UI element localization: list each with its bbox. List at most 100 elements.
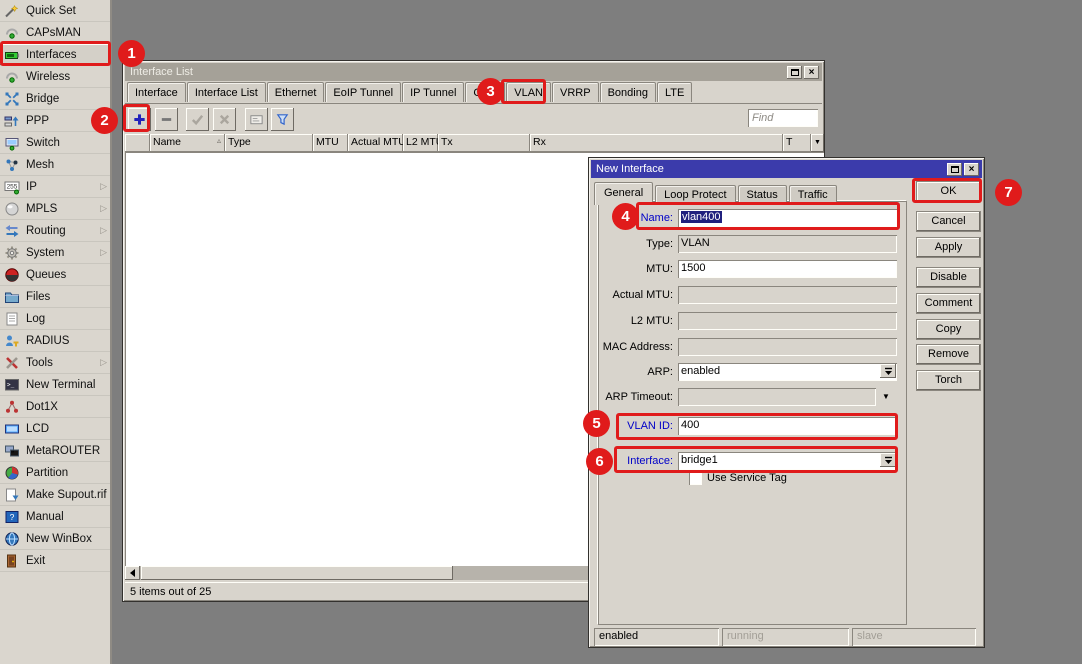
- sidebar-item-label: Exit: [26, 555, 45, 567]
- sidebar-item-partition[interactable]: Partition: [0, 462, 110, 484]
- scroll-left-icon[interactable]: [125, 566, 140, 580]
- mac-address-field[interactable]: [678, 338, 897, 356]
- field-label-mac-address: MAC Address:: [601, 338, 673, 356]
- use-service-tag-checkbox[interactable]: [689, 472, 702, 485]
- sidebar-item-label: New Terminal: [26, 379, 95, 391]
- dropdown-icon[interactable]: [880, 364, 896, 378]
- highlight-box-interface-field: [614, 446, 898, 473]
- comment-button[interactable]: [245, 108, 268, 131]
- tab-interface[interactable]: Interface: [127, 82, 186, 102]
- column-header-name[interactable]: Name▵: [150, 134, 225, 152]
- sidebar-item-queues[interactable]: Queues: [0, 264, 110, 286]
- sidebar-item-bridge[interactable]: Bridge: [0, 88, 110, 110]
- disable-button[interactable]: Disable: [916, 267, 981, 288]
- arp-field[interactable]: enabled: [678, 363, 897, 381]
- column-header-icon[interactable]: [125, 134, 150, 152]
- submenu-arrow-icon: ▷: [100, 203, 107, 214]
- column-select-icon[interactable]: ▼: [811, 134, 824, 152]
- column-header-tx[interactable]: Tx: [438, 134, 530, 152]
- sidebar-item-ip[interactable]: 255IP▷: [0, 176, 110, 198]
- close-icon[interactable]: ×: [804, 66, 819, 79]
- highlight-box-interfaces: [0, 41, 111, 66]
- comment-button[interactable]: Comment: [916, 293, 981, 314]
- tab-eoip-tunnel[interactable]: EoIP Tunnel: [325, 82, 401, 102]
- status-cell-running: running: [722, 628, 849, 646]
- sidebar-item-new-winbox[interactable]: New WinBox: [0, 528, 110, 550]
- dialog-titlebar[interactable]: New Interface ×: [591, 160, 982, 178]
- tab-lte[interactable]: LTE: [657, 82, 692, 102]
- sidebar-item-quick-set[interactable]: Quick Set: [0, 0, 110, 22]
- log-icon: [4, 311, 20, 327]
- form-row-type: Type:VLAN: [601, 235, 901, 253]
- column-header-type[interactable]: Type: [225, 134, 313, 152]
- arp-timeout-field[interactable]: [678, 388, 876, 406]
- torch-button[interactable]: Torch: [916, 370, 981, 391]
- column-label: Rx: [533, 136, 546, 152]
- tab-interface-list[interactable]: Interface List: [187, 82, 266, 102]
- sidebar-item-files[interactable]: Files: [0, 286, 110, 308]
- maximize-icon[interactable]: [787, 66, 802, 79]
- column-header-mtu[interactable]: MTU: [313, 134, 348, 152]
- form-row-mac-address: MAC Address:: [601, 338, 901, 356]
- sidebar-item-dot1x[interactable]: Dot1X: [0, 396, 110, 418]
- sidebar-item-label: RADIUS: [26, 335, 69, 347]
- tab-vrrp[interactable]: VRRP: [552, 82, 599, 102]
- supout-icon: [4, 487, 20, 503]
- manual-icon: ?: [4, 509, 20, 525]
- l2-mtu-field[interactable]: [678, 312, 897, 330]
- step-annotation-2: 2: [91, 107, 118, 134]
- sidebar-item-system[interactable]: System▷: [0, 242, 110, 264]
- sidebar-item-tools[interactable]: Tools▷: [0, 352, 110, 374]
- close-icon[interactable]: ×: [964, 163, 979, 176]
- radius-icon: [4, 333, 20, 349]
- column-header-l2-mtu[interactable]: L2 MTU: [403, 134, 438, 152]
- copy-button[interactable]: Copy: [916, 319, 981, 340]
- step-annotation-5: 5: [583, 410, 610, 437]
- find-input[interactable]: [748, 109, 818, 127]
- remove-button[interactable]: [155, 108, 178, 131]
- sidebar-item-label: Bridge: [26, 93, 59, 105]
- sidebar-item-mpls[interactable]: MPLS ▷: [0, 198, 110, 220]
- type-field[interactable]: VLAN: [678, 235, 897, 253]
- sidebar-item-label: LCD: [26, 423, 49, 435]
- tab-ethernet[interactable]: Ethernet: [267, 82, 325, 102]
- disable-button[interactable]: [213, 108, 236, 131]
- svg-text:?: ?: [10, 512, 15, 522]
- dropdown-arrow-icon[interactable]: ▼: [882, 388, 890, 406]
- sidebar-item-make-supout-rif[interactable]: Make Supout.rif: [0, 484, 110, 506]
- metarouter-icon: [4, 443, 20, 459]
- column-header-t[interactable]: T: [783, 134, 811, 152]
- sidebar-item-routing[interactable]: Routing▷: [0, 220, 110, 242]
- sidebar-item-metarouter[interactable]: MetaROUTER: [0, 440, 110, 462]
- sidebar-item-wireless[interactable]: Wireless: [0, 66, 110, 88]
- sidebar-item-manual[interactable]: ?Manual: [0, 506, 110, 528]
- sidebar-item-label: MPLS: [26, 203, 57, 215]
- cancel-button[interactable]: Cancel: [916, 211, 981, 232]
- sidebar-item-radius[interactable]: RADIUS: [0, 330, 110, 352]
- sidebar-item-label: MetaROUTER: [26, 445, 100, 457]
- queues-icon: [4, 267, 20, 283]
- enable-button[interactable]: [186, 108, 209, 131]
- sidebar-item-exit[interactable]: Exit: [0, 550, 110, 572]
- tab-bonding[interactable]: Bonding: [600, 82, 656, 102]
- maximize-icon[interactable]: [947, 163, 962, 176]
- dot1x-icon: [4, 399, 20, 415]
- tab-ip-tunnel[interactable]: IP Tunnel: [402, 82, 464, 102]
- capsman-icon: [4, 25, 20, 41]
- apply-button[interactable]: Apply: [916, 237, 981, 258]
- sidebar-item-switch[interactable]: Switch: [0, 132, 110, 154]
- column-header-rx[interactable]: Rx: [530, 134, 783, 152]
- sidebar-item-lcd[interactable]: LCD: [0, 418, 110, 440]
- sidebar-item-new-terminal[interactable]: >_New Terminal: [0, 374, 110, 396]
- column-label: L2 MTU: [406, 136, 438, 152]
- actual-mtu-field[interactable]: [678, 286, 897, 304]
- sidebar-item-mesh[interactable]: Mesh: [0, 154, 110, 176]
- scrollbar-thumb[interactable]: [141, 566, 453, 580]
- remove-button[interactable]: Remove: [916, 344, 981, 365]
- sidebar-item-label: Files: [26, 291, 50, 303]
- sidebar-item-log[interactable]: Log: [0, 308, 110, 330]
- mtu-field[interactable]: 1500: [678, 260, 897, 278]
- column-header-actual-mtu[interactable]: Actual MTU: [348, 134, 403, 152]
- interface-list-titlebar[interactable]: Interface List ×: [125, 63, 822, 81]
- filter-button[interactable]: [271, 108, 294, 131]
